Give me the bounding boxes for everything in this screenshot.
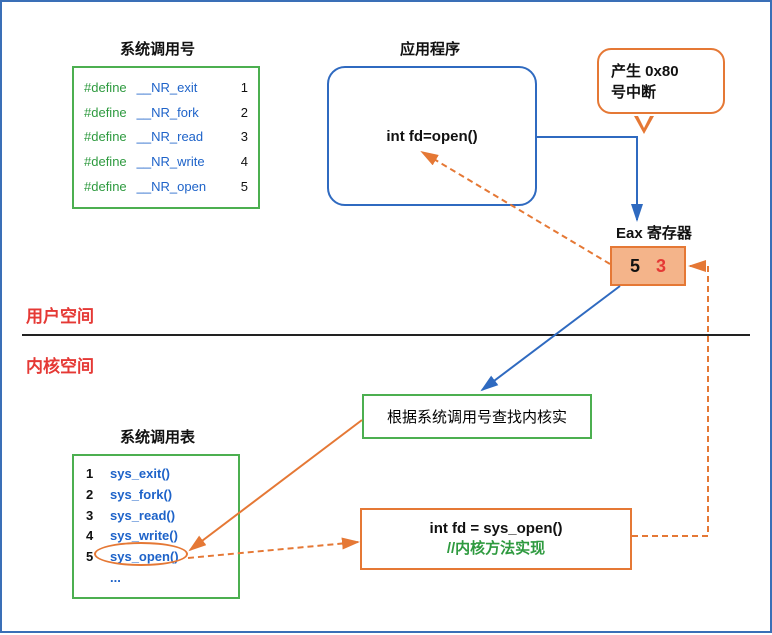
diagram-canvas: 系统调用号 #define __NR_exit 1 #define __NR_f… [0, 0, 772, 633]
arrow-reg-to-lookup [482, 286, 620, 390]
heading-application: 应用程序 [400, 38, 460, 59]
lookup-box: 根据系统调用号查找内核实 [362, 394, 592, 439]
app-box: int fd=open() [327, 66, 537, 206]
define-val: 2 [241, 101, 248, 126]
define-name: __NR_read [137, 125, 204, 150]
reg-v2: 3 [656, 256, 666, 277]
app-code: int fd=open() [386, 128, 477, 145]
kernel-impl-code: int fd = sys_open() [376, 520, 616, 537]
syscall-table-box: 1 sys_exit() 2 sys_fork() 3 sys_read() 4… [72, 454, 240, 599]
define-kw: #define [84, 76, 127, 101]
syscall-row: ... [86, 568, 226, 589]
define-val: 5 [241, 175, 248, 200]
define-name: __NR_fork [137, 101, 199, 126]
syscall-idx: 3 [86, 506, 100, 527]
heading-syscall-table: 系统调用表 [120, 426, 195, 447]
kernel-space-label: 内核空间 [26, 352, 94, 377]
arrow-app-to-reg [537, 137, 637, 220]
define-row: #define __NR_exit 1 [84, 76, 248, 101]
kernel-impl-box: int fd = sys_open() //内核方法实现 [360, 508, 632, 570]
interrupt-callout: 产生 0x80 号中断 [597, 48, 725, 114]
reg-v1: 5 [630, 256, 640, 277]
heading-syscall-number: 系统调用号 [120, 38, 195, 59]
syscall-fn: sys_exit() [110, 464, 170, 485]
callout-line1: 产生 0x80 [611, 60, 711, 81]
define-kw: #define [84, 125, 127, 150]
define-val: 4 [241, 150, 248, 175]
syscall-row: 1 sys_exit() [86, 464, 226, 485]
heading-register: Eax 寄存器 [616, 222, 692, 243]
syscall-more: ... [110, 568, 121, 589]
syscall-fn: sys_fork() [110, 485, 172, 506]
syscall-row: 3 sys_read() [86, 506, 226, 527]
define-row: #define __NR_read 3 [84, 125, 248, 150]
define-kw: #define [84, 150, 127, 175]
define-val: 1 [241, 76, 248, 101]
define-name: __NR_write [137, 150, 205, 175]
user-space-label: 用户空间 [26, 302, 94, 327]
register-box: 5 3 [610, 246, 686, 286]
syscall-row: 2 sys_fork() [86, 485, 226, 506]
define-kw: #define [84, 101, 127, 126]
define-name: __NR_exit [137, 76, 198, 101]
syscall-idx: 2 [86, 485, 100, 506]
define-row: #define __NR_write 4 [84, 150, 248, 175]
lookup-text: 根据系统调用号查找内核实 [387, 409, 567, 426]
syscall-fn: sys_read() [110, 506, 175, 527]
defines-box: #define __NR_exit 1 #define __NR_fork 2 … [72, 66, 260, 209]
syscall-idx: 4 [86, 526, 100, 547]
highlight-ellipse [94, 542, 188, 566]
define-row: #define __NR_fork 2 [84, 101, 248, 126]
callout-line2: 号中断 [611, 81, 711, 102]
define-val: 3 [241, 125, 248, 150]
space-divider [22, 334, 750, 336]
kernel-impl-comment: //内核方法实现 [376, 537, 616, 558]
define-row: #define __NR_open 5 [84, 175, 248, 200]
arrow-impl-to-reg [632, 266, 708, 536]
define-name: __NR_open [137, 175, 206, 200]
callout-tail-icon [634, 116, 654, 134]
define-kw: #define [84, 175, 127, 200]
syscall-idx: 1 [86, 464, 100, 485]
